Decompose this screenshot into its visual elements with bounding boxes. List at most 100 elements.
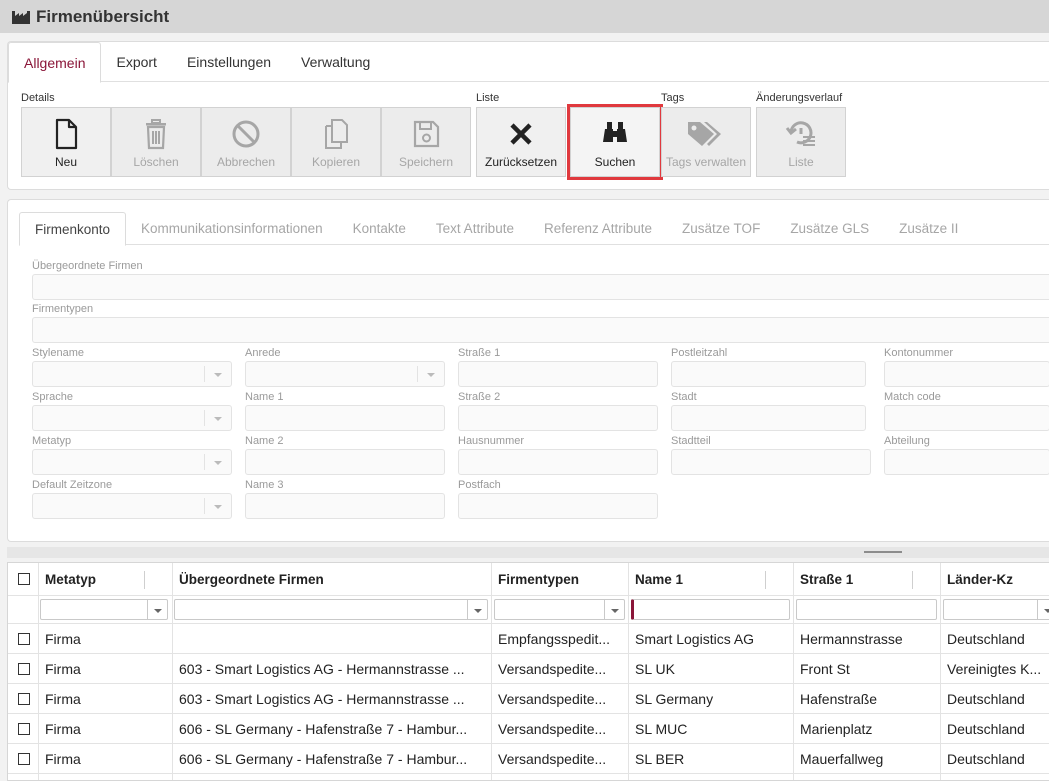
row-checkbox[interactable] [18,632,30,645]
cell-name1: Smart Logistics AG [635,630,755,647]
cell-strasse1: Mauerfallweg [800,750,884,767]
tab-allgemein[interactable]: Allgemein [8,42,102,83]
column-header-metatyp[interactable]: Metatyp [39,563,173,595]
city-field[interactable] [671,405,866,431]
row-checkbox[interactable] [18,722,30,735]
tab-export[interactable]: Export [101,42,171,82]
house-number-field[interactable] [458,449,658,475]
filter-firmentypen[interactable] [494,599,625,620]
manage-tags-button[interactable]: Tags verwalten [661,107,751,177]
trash-icon [146,119,166,150]
label-sprache: Sprache [32,391,73,403]
column-resize-handle[interactable] [144,571,145,589]
label-uebergeordnete-firmen: Übergeordnete Firmen [32,260,143,272]
label-strasse2: Straße 2 [458,391,501,403]
copy-button[interactable]: Kopieren [291,107,381,177]
filter-strasse1[interactable] [796,599,937,620]
tab-zusaetze-gls[interactable]: Zusätze GLS [775,212,884,244]
save-button[interactable]: Speichern [381,107,471,177]
table-row[interactable]: Firma 603 - Smart Logistics AG - Hermann… [8,684,1049,714]
department-field[interactable] [884,449,1049,475]
column-divider [793,563,794,780]
column-divider [491,563,492,780]
column-header-laender-kz[interactable]: Länder-Kz [941,563,1049,595]
tab-kommunikationsinformationen[interactable]: Kommunikationsinformationen [126,212,338,244]
tab-referenz-attribute[interactable]: Referenz Attribute [529,212,667,244]
name2-field[interactable] [245,449,445,475]
street1-field[interactable] [458,361,658,387]
tab-text-attribute[interactable]: Text Attribute [421,212,529,244]
tab-zusaetze-tof[interactable]: Zusätze TOF [667,212,775,244]
cancel-button[interactable]: Abbrechen [201,107,291,177]
copy-button-label: Kopieren [311,155,361,169]
postal-code-field[interactable] [671,361,866,387]
column-header-name1[interactable]: Name 1 [629,563,793,595]
tab-kontakte[interactable]: Kontakte [338,212,421,244]
column-header-strasse1[interactable]: Straße 1 [794,563,940,595]
window-titlebar: Firmenübersicht [0,0,1049,33]
parent-companies-field[interactable] [32,274,1049,300]
label-firmentypen: Firmentypen [32,303,94,315]
filter-laender-kz[interactable] [943,599,1049,620]
history-list-button[interactable]: Liste [756,107,846,177]
tab-einstellungen[interactable]: Einstellungen [172,42,286,82]
column-header-firmentypen[interactable]: Firmentypen [492,563,628,595]
copy-icon [325,119,348,149]
column-header-uebergeordnete-firmen[interactable]: Übergeordnete Firmen [173,563,491,595]
name1-field[interactable] [245,405,445,431]
company-types-field[interactable] [32,317,1049,343]
table-row[interactable]: Firma Empfangsspedit... Smart Logistics … [8,624,1049,654]
row-checkbox[interactable] [18,752,30,765]
row-checkbox-cell [12,744,38,773]
new-button[interactable]: Neu [21,107,111,177]
metatype-select[interactable] [32,449,232,475]
timezone-select[interactable] [32,493,232,519]
salutation-select[interactable] [245,361,445,387]
cell-name1: SL UK [635,660,675,677]
filter-metatyp[interactable] [40,599,168,620]
filter-uebergeordnete-firmen[interactable] [174,599,488,620]
tab-verwaltung[interactable]: Verwaltung [286,42,385,82]
table-row[interactable]: Firma 606 - SL Germany - Hafenstraße 7 -… [8,744,1049,774]
row-checkbox[interactable] [18,662,30,675]
cell-uebergeordnete-firmen [173,624,491,653]
column-resize-handle[interactable] [912,571,913,589]
label-stadtteil: Stadtteil [671,435,711,447]
cell-uebergeordnete-firmen: 603 - Smart Logistics AG - Hermannstrass… [179,690,465,707]
cell-metatyp: Firma [45,630,81,647]
po-box-field[interactable] [458,493,658,519]
cell-uebergeordnete-firmen: 606 - SL Germany - Hafenstraße 7 - Hambu… [179,720,468,737]
cell-name1: SL MUC [635,720,688,737]
delete-button[interactable]: Löschen [111,107,201,177]
cell-uebergeordnete-firmen: 606 - SL Germany - Hafenstraße 7 - Hambu… [179,750,468,767]
table-row[interactable]: Firma 606 - SL Germany - Hafenstraße 7 -… [8,714,1049,744]
name3-field[interactable] [245,493,445,519]
row-checkbox-cell [12,684,38,713]
chevron-down-icon [214,373,222,377]
account-number-field[interactable] [884,361,1049,387]
label-match-code: Match code [884,391,941,403]
search-button[interactable]: Suchen [567,104,663,180]
column-resize-handle[interactable] [765,571,766,589]
tab-firmenkonto[interactable]: Firmenkonto [19,212,127,246]
match-code-field[interactable] [884,405,1049,431]
district-field[interactable] [671,449,871,475]
cell-metatyp: Firma [45,750,81,767]
chevron-down-icon[interactable] [604,600,624,619]
street2-field[interactable] [458,405,658,431]
language-select[interactable] [32,405,232,431]
tab-zusaetze-ii[interactable]: Zusätze II [884,212,973,244]
panel-splitter[interactable] [7,547,1049,558]
filter-name1[interactable] [631,599,790,620]
select-all-checkbox[interactable] [18,573,30,585]
reset-button[interactable]: Zurücksetzen [476,107,566,177]
chevron-down-icon[interactable] [147,600,167,619]
row-checkbox[interactable] [18,692,30,705]
chevron-down-icon [427,373,435,377]
chevron-down-icon[interactable] [467,600,487,619]
splitter-grip[interactable] [864,551,902,553]
chevron-down-icon[interactable] [1037,600,1049,619]
table-row[interactable]: Firma 603 - Smart Logistics AG - Hermann… [8,654,1049,684]
cell-name1: SL Germany [635,690,714,707]
stylename-select[interactable] [32,361,232,387]
